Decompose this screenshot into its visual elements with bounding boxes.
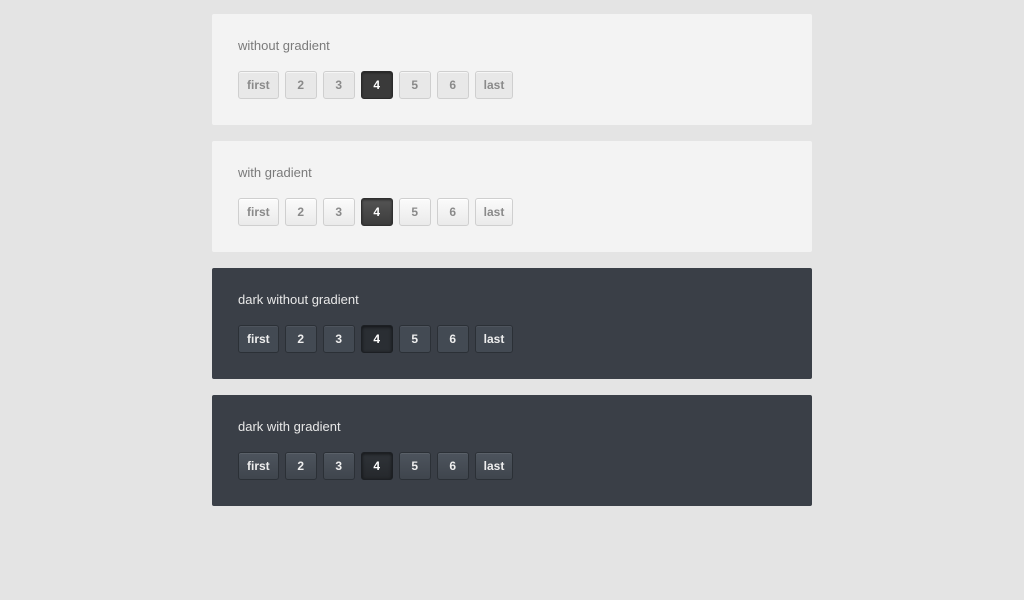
page-4-button[interactable]: 4: [361, 198, 393, 226]
page-3-button[interactable]: 3: [323, 325, 355, 353]
page-first-button[interactable]: first: [238, 198, 279, 226]
page-6-button[interactable]: 6: [437, 198, 469, 226]
page-2-button[interactable]: 2: [285, 325, 317, 353]
page-last-button[interactable]: last: [475, 452, 514, 480]
page-2-button[interactable]: 2: [285, 198, 317, 226]
page-last-button[interactable]: last: [475, 71, 514, 99]
page-3-button[interactable]: 3: [323, 452, 355, 480]
section-title: dark without gradient: [238, 292, 786, 307]
pagination: first 2 3 4 5 6 last: [238, 452, 786, 480]
pagination: first 2 3 4 5 6 last: [238, 71, 786, 99]
section-title: with gradient: [238, 165, 786, 180]
page-last-button[interactable]: last: [475, 325, 514, 353]
page-4-button[interactable]: 4: [361, 452, 393, 480]
page-last-button[interactable]: last: [475, 198, 514, 226]
page-4-button[interactable]: 4: [361, 71, 393, 99]
page-4-button[interactable]: 4: [361, 325, 393, 353]
section-title: dark with gradient: [238, 419, 786, 434]
page-2-button[interactable]: 2: [285, 71, 317, 99]
page-5-button[interactable]: 5: [399, 452, 431, 480]
pagination: first 2 3 4 5 6 last: [238, 198, 786, 226]
page-first-button[interactable]: first: [238, 71, 279, 99]
page-6-button[interactable]: 6: [437, 325, 469, 353]
section-without-gradient: without gradient first 2 3 4 5 6 last: [212, 14, 812, 125]
page-2-button[interactable]: 2: [285, 452, 317, 480]
section-dark-with-gradient: dark with gradient first 2 3 4 5 6 last: [212, 395, 812, 506]
page-3-button[interactable]: 3: [323, 198, 355, 226]
page-5-button[interactable]: 5: [399, 198, 431, 226]
page-first-button[interactable]: first: [238, 325, 279, 353]
pagination: first 2 3 4 5 6 last: [238, 325, 786, 353]
page-3-button[interactable]: 3: [323, 71, 355, 99]
page-first-button[interactable]: first: [238, 452, 279, 480]
page-5-button[interactable]: 5: [399, 71, 431, 99]
page-6-button[interactable]: 6: [437, 71, 469, 99]
page-6-button[interactable]: 6: [437, 452, 469, 480]
page-5-button[interactable]: 5: [399, 325, 431, 353]
section-with-gradient: with gradient first 2 3 4 5 6 last: [212, 141, 812, 252]
section-dark-without-gradient: dark without gradient first 2 3 4 5 6 la…: [212, 268, 812, 379]
section-title: without gradient: [238, 38, 786, 53]
